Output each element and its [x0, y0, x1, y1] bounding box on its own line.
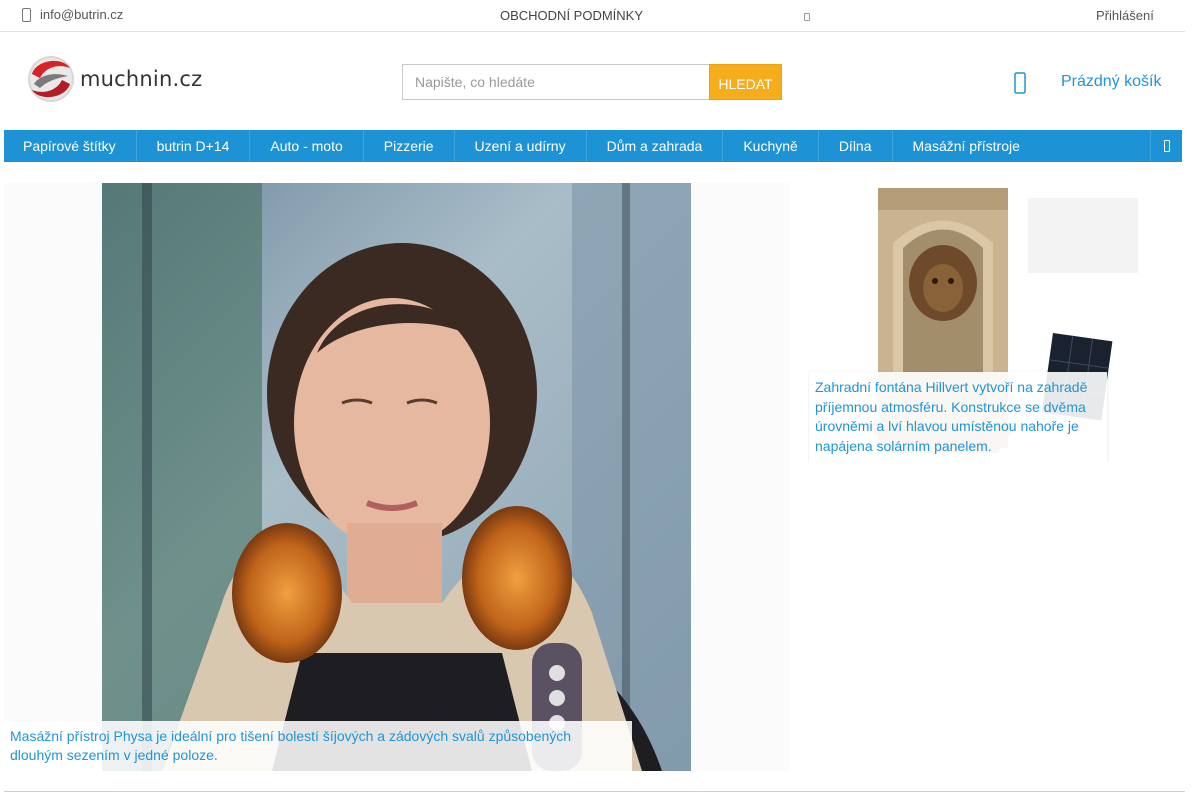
phone-icon: [22, 7, 31, 22]
mobile-icon: [804, 13, 810, 21]
main-banner-caption[interactable]: Masážní přístroj Physa je ideální pro ti…: [4, 721, 632, 771]
nav-item-paper-labels[interactable]: Papírové štítky: [4, 130, 137, 162]
massage-product-image: [102, 183, 691, 771]
logo[interactable]: muchnin.cz: [26, 54, 202, 104]
nav-item-kitchen[interactable]: Kuchyně: [723, 130, 819, 162]
cart-link[interactable]: Prázdný košík: [1061, 73, 1161, 91]
search-input[interactable]: [402, 64, 709, 100]
main-banner[interactable]: Masážní přístroj Physa je ideální pro ti…: [4, 183, 789, 771]
main-nav: Papírové štítky butrin D+14 Auto - moto …: [4, 130, 1182, 162]
nav-more-button[interactable]: [1150, 130, 1182, 162]
email-contact[interactable]: info@butrin.cz: [22, 7, 123, 22]
nav-item-smoking[interactable]: Uzení a udírny: [455, 130, 587, 162]
nav-item-auto-moto[interactable]: Auto - moto: [250, 130, 364, 162]
email-text[interactable]: info@butrin.cz: [40, 7, 123, 22]
header: muchnin.cz HLEDAT Prázdný košík: [0, 32, 1185, 130]
terms-link[interactable]: OBCHODNÍ PODMÍNKY: [500, 8, 643, 23]
search-form: HLEDAT: [402, 64, 782, 100]
nav-item-massage[interactable]: Masážní přístroje: [893, 130, 1040, 162]
divider: [4, 791, 1185, 792]
nav-item-butrin[interactable]: butrin D+14: [137, 130, 251, 162]
cart-icon[interactable]: [1014, 72, 1026, 94]
top-bar: info@butrin.cz OBCHODNÍ PODMÍNKY Přihláš…: [0, 0, 1185, 32]
search-button[interactable]: HLEDAT: [709, 64, 782, 100]
menu-icon: [1163, 140, 1170, 152]
side-banner[interactable]: Zahradní fontána Hillvert vytvoří na zah…: [808, 183, 1181, 462]
nav-item-house-garden[interactable]: Dům a zahrada: [587, 130, 724, 162]
login-link[interactable]: Přihlášení: [1096, 8, 1154, 23]
side-banner-caption[interactable]: Zahradní fontána Hillvert vytvoří na zah…: [809, 372, 1107, 462]
nav-item-pizzerie[interactable]: Pizzerie: [364, 130, 455, 162]
nav-item-workshop[interactable]: Dílna: [819, 130, 893, 162]
logo-text: muchnin.cz: [80, 67, 203, 91]
logo-icon: [28, 56, 74, 102]
